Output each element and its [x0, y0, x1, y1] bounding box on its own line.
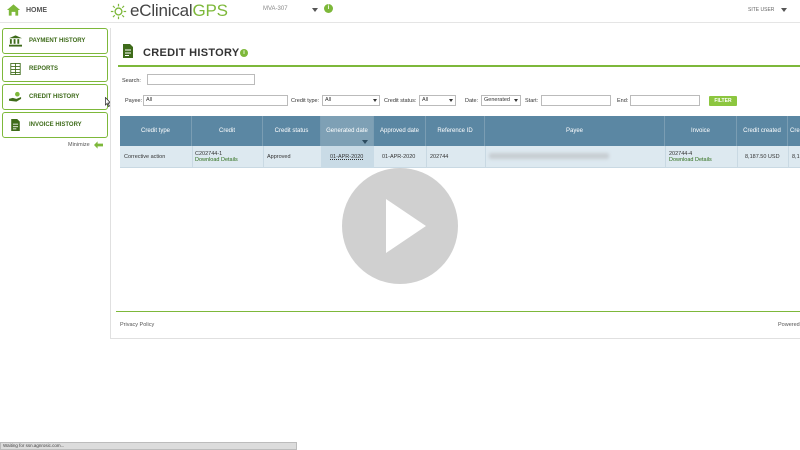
logo-text-eclinical: eClinical — [130, 1, 193, 20]
cell-reference-id: 202744 — [430, 146, 448, 168]
column-header-credit-type[interactable]: Credit type — [120, 116, 192, 146]
sidebar-item-label: REPORTS — [29, 66, 59, 72]
app-root: HOME eClinicalGPS MVA-307 i SITE USER PA… — [0, 0, 800, 450]
home-label: HOME — [26, 6, 47, 14]
title-divider — [118, 65, 800, 67]
study-info-icon[interactable]: i — [324, 4, 333, 13]
credit-status-value: Approved — [267, 154, 291, 160]
credit-status-label: Credit status: — [384, 98, 417, 104]
sidebar-item-credit-history[interactable]: CREDIT HISTORY — [2, 84, 108, 110]
browser-status-bar: Waiting for ssn.agnrosic.com... — [0, 442, 297, 450]
column-header-credit-extra[interactable]: Cre — [788, 116, 800, 146]
sidebar-item-reports[interactable]: REPORTS — [2, 56, 108, 82]
eclinicalgps-logo: eClinicalGPS — [110, 1, 228, 21]
column-header-credit-created[interactable]: Credit created — [737, 116, 788, 146]
column-header-invoice[interactable]: Invoice — [665, 116, 737, 146]
credit-created-value: 8,187.50 USD — [745, 154, 780, 160]
sidebar-item-invoice-history[interactable]: INVOICE HISTORY — [2, 112, 108, 138]
payee-redacted — [489, 153, 609, 159]
credit-type-value: Corrective action — [124, 154, 166, 160]
column-header-payee[interactable]: Payee — [485, 116, 665, 146]
bank-icon — [9, 35, 22, 47]
invoice-download-details-link[interactable]: Download Details — [669, 157, 712, 163]
top-bar: HOME eClinicalGPS MVA-307 i SITE USER — [0, 0, 800, 23]
payee-label: Payee: — [125, 98, 143, 104]
row-divider — [263, 146, 264, 168]
cell-credit-status: Approved — [267, 146, 291, 168]
date-type-select[interactable]: Generated — [481, 95, 521, 106]
video-play-icon[interactable] — [342, 168, 458, 284]
page-title: CREDIT HISTORY — [143, 47, 240, 59]
logo-text-gps: GPS — [192, 1, 228, 20]
credit-status-select[interactable]: All — [419, 95, 456, 106]
cell-generated-date: 01-APR-2020 — [330, 146, 363, 168]
powered-by-label: Powered — [778, 322, 800, 328]
cell-credit-type: Corrective action — [124, 146, 165, 168]
user-dropdown-icon[interactable] — [781, 8, 787, 12]
minimize-label: Minimize — [68, 142, 90, 148]
credit-type-select[interactable]: All — [322, 95, 380, 106]
table-header: Credit type Credit Credit status Generat… — [120, 116, 800, 146]
credit-type-label: Credit type: — [291, 98, 320, 104]
approved-date-value: 01-APR-2020 — [382, 154, 416, 160]
home-icon — [6, 4, 21, 16]
footer-divider — [116, 311, 800, 312]
row-divider — [485, 146, 486, 168]
column-header-reference-id[interactable]: Reference ID — [426, 116, 485, 146]
cell-credit-extra: 8,1 — [792, 146, 800, 168]
end-date-input[interactable] — [630, 95, 700, 106]
end-label: End: — [617, 98, 629, 104]
row-divider — [426, 146, 427, 168]
row-divider — [192, 146, 193, 168]
sidebar-item-label: CREDIT HISTORY — [29, 94, 80, 100]
credit-download-details-link[interactable]: Download Details — [195, 157, 238, 163]
filter-button[interactable]: FILTER — [709, 96, 737, 106]
cell-invoice: 202744-4 Download Details — [669, 146, 712, 168]
reference-id-value: 202744 — [430, 154, 449, 160]
privacy-policy-link[interactable]: Privacy Policy — [120, 322, 154, 328]
cell-approved-date: 01-APR-2020 — [382, 146, 415, 168]
date-label: Date: — [465, 98, 479, 104]
row-divider — [788, 146, 789, 168]
study-selector-label[interactable]: MVA-307 — [263, 6, 288, 12]
cell-credit: C202744-1 Download Details — [195, 146, 238, 168]
user-menu-label[interactable]: SITE USER — [748, 7, 774, 13]
row-divider — [665, 146, 666, 168]
search-input[interactable] — [147, 74, 255, 85]
spreadsheet-icon — [10, 63, 21, 75]
column-header-approved-date[interactable]: Approved date — [374, 116, 426, 146]
column-header-credit-status[interactable]: Credit status — [263, 116, 321, 146]
generated-date-value: 01-APR-2020 — [330, 154, 364, 160]
study-dropdown-icon[interactable] — [312, 8, 318, 12]
credit-document-icon — [123, 44, 133, 58]
home-link[interactable]: HOME — [6, 3, 47, 17]
sidebar-item-label: INVOICE HISTORY — [29, 122, 82, 128]
hand-money-icon — [9, 91, 22, 102]
sidebar-item-label: PAYMENT HISTORY — [29, 38, 86, 44]
arrow-left-icon — [93, 141, 103, 149]
payee-input[interactable]: All — [143, 95, 288, 106]
invoice-icon — [11, 119, 20, 131]
logo-sunburst-icon — [110, 3, 127, 19]
sort-descending-icon[interactable] — [362, 140, 368, 144]
credit-extra-value: 8,1 — [792, 154, 800, 160]
sidebar-item-payment-history[interactable]: PAYMENT HISTORY — [2, 28, 108, 54]
start-date-input[interactable] — [541, 95, 611, 106]
cell-credit-created: 8,187.50 USD — [745, 146, 780, 168]
start-label: Start: — [525, 98, 539, 104]
page-info-icon[interactable]: i — [240, 49, 248, 57]
minimize-sidebar-button[interactable]: Minimize — [68, 141, 103, 149]
row-divider — [737, 146, 738, 168]
search-label: Search: — [122, 78, 141, 84]
column-header-credit[interactable]: Credit — [192, 116, 263, 146]
